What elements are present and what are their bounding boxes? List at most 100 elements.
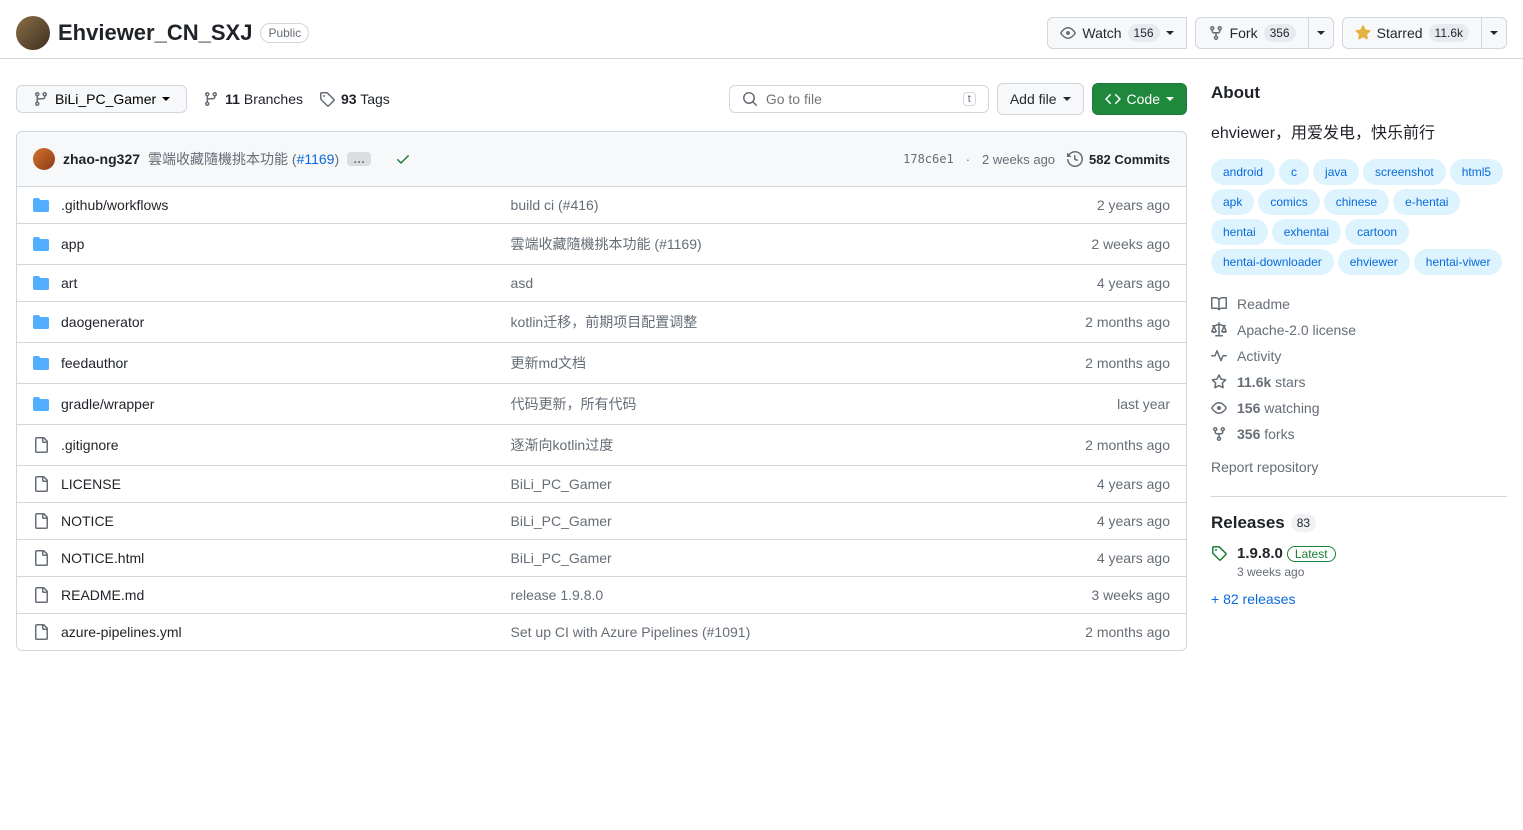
report-repo-link[interactable]: Report repository <box>1211 459 1318 475</box>
commit-issue-link[interactable]: #416 <box>563 197 594 213</box>
commits-link[interactable]: 582 Commits <box>1067 151 1170 167</box>
file-name-link[interactable]: azure-pipelines.yml <box>61 624 182 640</box>
file-name-link[interactable]: LICENSE <box>61 476 121 492</box>
add-file-label: Add file <box>1010 89 1057 109</box>
fork-button[interactable]: Fork 356 <box>1195 17 1309 49</box>
branch-name: BiLi_PC_Gamer <box>55 91 156 107</box>
activity-link[interactable]: Activity <box>1211 348 1281 364</box>
watch-button[interactable]: Watch 156 <box>1047 17 1186 49</box>
file-name-link[interactable]: daogenerator <box>61 314 144 330</box>
file-name-link[interactable]: README.md <box>61 587 144 603</box>
watch-button-group[interactable]: Watch 156 <box>1047 17 1186 49</box>
releases-heading[interactable]: Releases <box>1211 513 1285 533</box>
file-commit-msg[interactable]: build ci (#416) <box>511 197 1030 213</box>
watching-link[interactable]: 156 watching <box>1211 400 1320 416</box>
folder-icon <box>33 314 49 330</box>
file-name-link[interactable]: NOTICE <box>61 513 114 529</box>
latest-commit-bar: zhao-ng327 雲端收藏隨機挑本功能 (#1169) … 178c6e1 … <box>16 131 1187 187</box>
star-button-group[interactable]: Starred 11.6k <box>1342 17 1507 49</box>
more-releases-link[interactable]: + 82 releases <box>1211 591 1295 607</box>
file-name-link[interactable]: art <box>61 275 77 291</box>
code-button[interactable]: Code <box>1092 83 1187 115</box>
commit-time: 2 weeks ago <box>982 152 1055 167</box>
commit-author-avatar[interactable] <box>33 148 55 170</box>
star-button[interactable]: Starred 11.6k <box>1342 17 1482 49</box>
commit-sha[interactable]: 178c6e1 <box>903 152 954 166</box>
eye-icon <box>1211 400 1227 416</box>
tags-link[interactable]: 93 Tags <box>319 91 390 107</box>
file-date: 3 weeks ago <box>1030 587 1170 603</box>
repo-name-link[interactable]: Ehviewer_CN_SXJ <box>58 20 252 46</box>
topic-tag[interactable]: hentai-viwer <box>1414 249 1503 275</box>
file-search[interactable]: t <box>729 85 989 113</box>
file-row: app 雲端收藏隨機挑本功能 (#1169) 2 weeks ago <box>17 223 1186 264</box>
topic-tag[interactable]: comics <box>1258 189 1319 215</box>
commit-issue-link[interactable]: #1091 <box>707 624 746 640</box>
readme-link[interactable]: Readme <box>1211 296 1290 312</box>
chevron-down-icon <box>1317 31 1325 35</box>
commit-ellipsis[interactable]: … <box>347 152 371 166</box>
branches-link[interactable]: 11 Branches <box>203 91 303 107</box>
fork-dropdown[interactable] <box>1309 17 1334 49</box>
repo-avatar[interactable] <box>16 16 50 50</box>
code-icon <box>1105 91 1121 107</box>
commit-author-link[interactable]: zhao-ng327 <box>63 151 140 167</box>
file-date: 2 months ago <box>1030 624 1170 640</box>
branches-count: 11 <box>225 91 240 107</box>
latest-release-link[interactable]: 1.9.8.0Latest 3 weeks ago <box>1211 545 1507 579</box>
file-commit-msg[interactable]: 雲端收藏隨機挑本功能 (#1169) <box>511 234 1030 254</box>
commit-message[interactable]: 雲端收藏隨機挑本功能 (#1169) <box>148 149 339 169</box>
topic-tag[interactable]: hentai <box>1211 219 1268 245</box>
file-commit-msg[interactable]: BiLi_PC_Gamer <box>511 476 1030 492</box>
topic-tag[interactable]: ehviewer <box>1338 249 1410 275</box>
code-label: Code <box>1127 89 1160 109</box>
file-commit-msg[interactable]: BiLi_PC_Gamer <box>511 513 1030 529</box>
topics-list: androidcjavascreenshothtml5 apkcomicschin… <box>1211 159 1507 275</box>
topic-tag[interactable]: c <box>1279 159 1309 185</box>
file-name-link[interactable]: NOTICE.html <box>61 550 144 566</box>
fork-button-group[interactable]: Fork 356 <box>1195 17 1334 49</box>
commit-pr-link[interactable]: #1169 <box>297 151 335 167</box>
topic-tag[interactable]: screenshot <box>1363 159 1446 185</box>
file-commit-msg[interactable]: BiLi_PC_Gamer <box>511 550 1030 566</box>
topic-tag[interactable]: html5 <box>1450 159 1503 185</box>
file-date: 2 weeks ago <box>1030 236 1170 252</box>
topic-tag[interactable]: cartoon <box>1345 219 1409 245</box>
file-name-link[interactable]: .github/workflows <box>61 197 168 213</box>
file-commit-msg[interactable]: kotlin迁移，前期项目配置调整 <box>511 312 1030 332</box>
add-file-button[interactable]: Add file <box>997 83 1084 115</box>
check-icon[interactable] <box>395 151 411 167</box>
topic-tag[interactable]: exhentai <box>1272 219 1341 245</box>
eye-icon <box>1060 25 1076 41</box>
topic-tag[interactable]: hentai-downloader <box>1211 249 1334 275</box>
file-name-link[interactable]: app <box>61 236 84 252</box>
file-name-link[interactable]: .gitignore <box>61 437 119 453</box>
topic-tag[interactable]: chinese <box>1324 189 1389 215</box>
branch-icon <box>203 91 219 107</box>
search-icon <box>742 91 758 107</box>
star-dropdown[interactable] <box>1482 17 1507 49</box>
book-icon <box>1211 296 1227 312</box>
file-row: README.md release 1.9.8.0 3 weeks ago <box>17 576 1186 613</box>
file-search-input[interactable] <box>766 91 955 107</box>
file-name-link[interactable]: feedauthor <box>61 355 128 371</box>
file-commit-msg[interactable]: release 1.9.8.0 <box>511 587 1030 603</box>
topic-tag[interactable]: android <box>1211 159 1275 185</box>
fork-icon <box>1211 426 1227 442</box>
topic-tag[interactable]: apk <box>1211 189 1254 215</box>
file-commit-msg[interactable]: asd <box>511 275 1030 291</box>
topic-tag[interactable]: java <box>1313 159 1359 185</box>
forks-link[interactable]: 356 forks <box>1211 426 1295 442</box>
license-link[interactable]: Apache-2.0 license <box>1211 322 1356 338</box>
commit-issue-link[interactable]: #1169 <box>659 236 697 252</box>
branch-selector[interactable]: BiLi_PC_Gamer <box>16 85 187 113</box>
topic-tag[interactable]: e-hentai <box>1393 189 1460 215</box>
file-name-link[interactable]: gradle/wrapper <box>61 396 154 412</box>
file-commit-msg[interactable]: 逐渐向kotlin过度 <box>511 435 1030 455</box>
file-row: feedauthor 更新md文档 2 months ago <box>17 342 1186 383</box>
file-commit-msg[interactable]: 代码更新，所有代码 <box>511 394 1030 414</box>
stars-link[interactable]: 11.6k stars <box>1211 374 1306 390</box>
file-commit-msg[interactable]: 更新md文档 <box>511 353 1030 373</box>
file-commit-msg[interactable]: Set up CI with Azure Pipelines (#1091) <box>511 624 1030 640</box>
file-icon <box>33 437 49 453</box>
